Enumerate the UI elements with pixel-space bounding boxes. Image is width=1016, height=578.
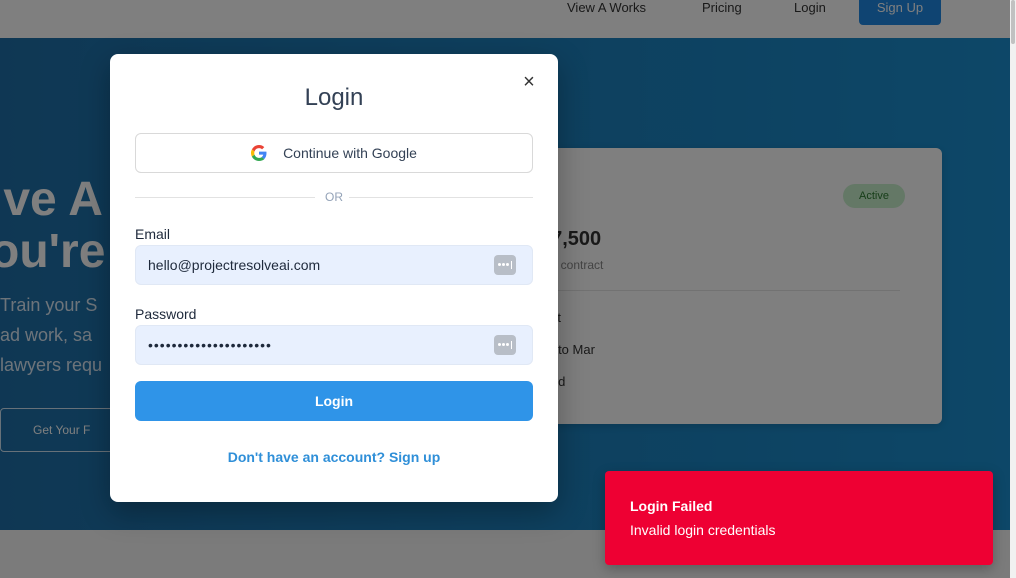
toast-description: Invalid login credentials — [630, 522, 776, 538]
scrollbar-track[interactable] — [1010, 0, 1016, 578]
login-modal: × Login Continue with Google OR Email Pa… — [110, 54, 558, 502]
email-field[interactable] — [135, 245, 533, 285]
scrollbar-thumb[interactable] — [1011, 0, 1015, 44]
toast-title: Login Failed — [630, 498, 713, 514]
or-divider: OR — [135, 190, 533, 204]
divider-text: OR — [325, 190, 343, 204]
google-signin-label: Continue with Google — [283, 145, 417, 161]
modal-title: Login — [304, 84, 364, 111]
password-manager-icon[interactable] — [494, 335, 516, 355]
password-manager-icon[interactable] — [494, 255, 516, 275]
google-signin-button[interactable]: Continue with Google — [135, 133, 533, 173]
password-label: Password — [135, 306, 197, 322]
email-label: Email — [135, 226, 171, 242]
password-field[interactable] — [135, 325, 533, 365]
signup-link[interactable]: Don't have an account? Sign up — [110, 449, 558, 465]
error-toast[interactable]: Login Failed Invalid login credentials — [605, 471, 993, 565]
login-button[interactable]: Login — [135, 381, 533, 421]
google-icon — [251, 145, 267, 161]
